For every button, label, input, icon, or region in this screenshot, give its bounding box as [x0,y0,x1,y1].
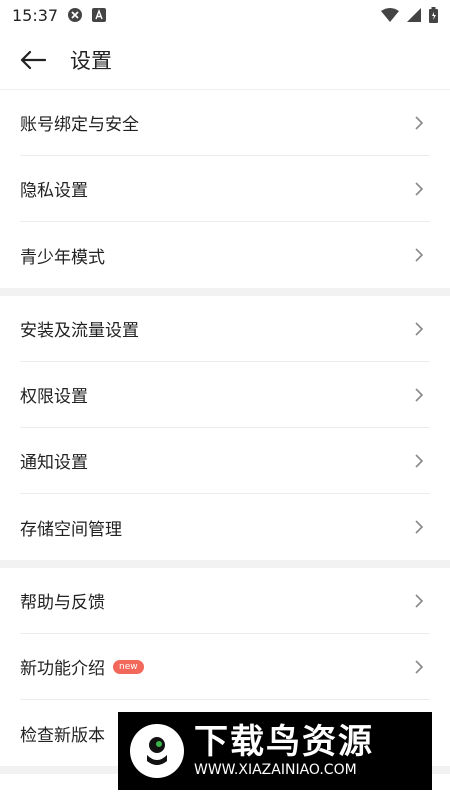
setting-item-label: 青少年模式 [20,247,105,268]
bird-logo-icon [130,724,184,778]
chevron-right-icon [415,593,424,608]
chevron-right-icon [415,520,424,534]
setting-item-storage[interactable]: 存储空间管理 [20,494,430,560]
watermark-url: WWW.XIAZAINIAO.COM [194,762,357,778]
app-notification-icon [92,8,107,22]
setting-item-label: 隐私设置 [20,181,88,201]
chevron-right-icon [415,115,424,130]
setting-item-label: 权限设置 [20,387,88,407]
setting-item-install-traffic[interactable]: 安装及流量设置 [20,296,430,362]
setting-item-permissions[interactable]: 权限设置 [20,362,430,428]
wifi-icon [381,8,399,22]
chevron-right-icon [415,181,424,196]
cell-signal-icon [407,8,421,22]
setting-item-teen-mode[interactable]: 青少年模式 [20,222,430,288]
setting-item-label: 新功能介绍 [20,659,105,679]
setting-item-label: 存储空间管理 [20,519,122,540]
battery-icon [429,7,438,23]
setting-item-account-security[interactable]: 账号绑定与安全 [20,90,430,156]
chevron-right-icon [415,453,424,468]
setting-item-new-features[interactable]: 新功能介绍 new [20,634,430,700]
settings-group-account: 账号绑定与安全 隐私设置 青少年模式 [0,90,450,288]
section-divider [0,560,450,568]
chevron-right-icon [415,248,424,262]
setting-item-label: 检查新版本 [20,725,105,746]
setting-item-notifications[interactable]: 通知设置 [20,428,430,494]
back-button[interactable] [18,45,48,75]
setting-item-label-wrap: 新功能介绍 new [20,654,144,679]
app-header: 设置 [0,30,450,90]
chevron-right-icon [415,659,424,674]
watermark-title: 下载鸟资源 [194,722,374,762]
arrow-left-icon [20,50,46,69]
shield-notification-icon [68,8,83,22]
settings-group-system: 安装及流量设置 权限设置 通知设置 存储空间管理 [0,296,450,560]
status-time: 15:37 [12,5,59,25]
page-title: 设置 [70,48,112,73]
new-badge: new [113,659,144,674]
watermark-overlay: 下载鸟资源 WWW.XIAZAINIAO.COM [118,712,432,790]
setting-item-label: 安装及流量设置 [20,321,139,341]
setting-item-privacy[interactable]: 隐私设置 [20,156,430,222]
setting-item-label: 通知设置 [20,453,88,473]
setting-item-label: 账号绑定与安全 [20,115,139,135]
chevron-right-icon [415,321,424,336]
setting-item-help-feedback[interactable]: 帮助与反馈 [20,568,430,634]
setting-item-label: 帮助与反馈 [20,593,105,613]
status-bar: 15:37 [0,0,450,30]
section-divider [0,288,450,296]
chevron-right-icon [415,387,424,402]
